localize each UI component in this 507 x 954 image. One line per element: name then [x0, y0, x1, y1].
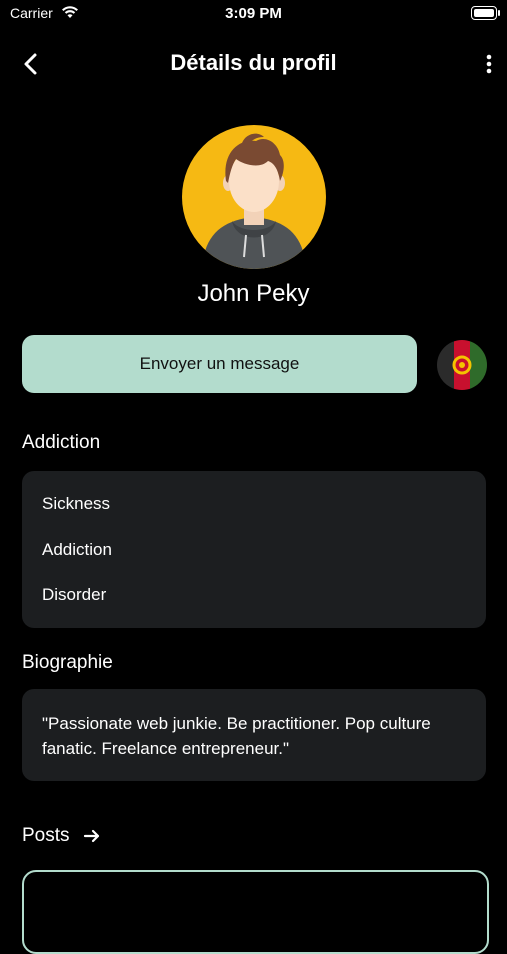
- biography-text: "Passionate web junkie. Be practitioner.…: [42, 714, 431, 758]
- battery-icon: [471, 6, 500, 20]
- send-message-button[interactable]: Envoyer un message: [22, 335, 417, 393]
- addiction-heading: Addiction: [22, 432, 101, 453]
- clock: 3:09 PM: [225, 5, 282, 22]
- avatar: [182, 125, 326, 269]
- more-vertical-icon: [486, 54, 492, 74]
- flag-button[interactable]: [437, 340, 487, 390]
- list-item: Addiction: [42, 540, 112, 559]
- status-bar: Carrier 3:09 PM: [0, 0, 507, 30]
- afghanistan-flag-icon: [437, 340, 487, 390]
- person-avatar-icon: [202, 133, 306, 269]
- post-card[interactable]: [22, 870, 489, 954]
- arrow-right-icon: [83, 829, 99, 843]
- more-options-button[interactable]: [479, 50, 499, 78]
- biography-card: "Passionate web junkie. Be practitioner.…: [22, 689, 486, 781]
- list-item: Disorder: [42, 585, 107, 604]
- page-title: Détails du profil: [170, 50, 337, 75]
- posts-header[interactable]: Posts: [22, 825, 102, 847]
- list-item: Sickness: [42, 494, 111, 513]
- posts-heading: Posts: [22, 825, 70, 846]
- profile-name: John Peky: [197, 280, 310, 307]
- addiction-card: Sickness Addiction Disorder: [22, 471, 486, 628]
- biography-heading: Biographie: [22, 652, 113, 673]
